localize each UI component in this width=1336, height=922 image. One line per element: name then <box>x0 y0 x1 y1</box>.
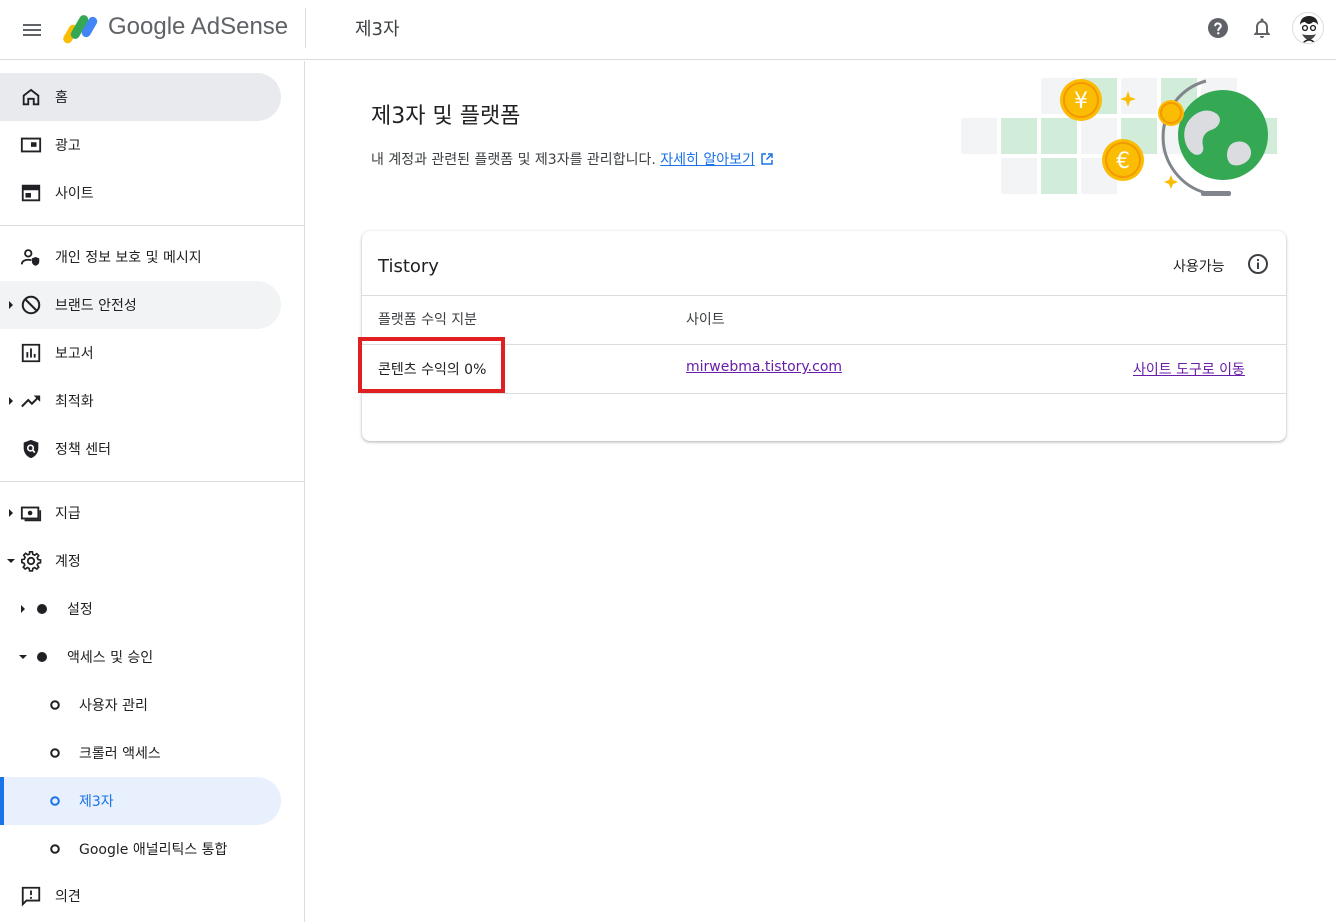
top-app-bar: Google AdSense 제3자 <box>0 0 1336 60</box>
card-title: Tistory <box>378 256 439 277</box>
sidebar-item-google-analytics[interactable]: Google 애널리틱스 통합 <box>0 825 281 873</box>
open-in-new-icon[interactable] <box>761 153 773 165</box>
section-heading: 제3자 및 플랫폼 <box>371 104 521 129</box>
bullet-dot-icon <box>37 652 47 662</box>
header-divider <box>305 8 306 48</box>
sidebar-item-label: 제3자 <box>79 794 114 810</box>
bullet-circle-icon <box>50 844 60 854</box>
reports-icon <box>21 343 41 363</box>
home-icon <box>22 88 40 106</box>
sidebar-item-settings[interactable]: 설정 <box>0 585 281 633</box>
sidebar-item-label: 지급 <box>55 506 81 522</box>
page-title: 제3자 <box>355 19 400 40</box>
sidebar-item-access-authorization[interactable]: 액세스 및 승인 <box>0 633 281 681</box>
sidebar-item-label: 정책 센터 <box>55 442 111 458</box>
sidebar-item-optimization[interactable]: 최적화 <box>0 377 281 425</box>
sidebar-item-payments[interactable]: 지급 <box>0 489 281 537</box>
sidebar-item-label: 최적화 <box>55 394 94 410</box>
sidebar-item-account[interactable]: 계정 <box>0 537 281 585</box>
sidebar-item-feedback[interactable]: 의견 <box>0 872 281 920</box>
selected-indicator <box>0 777 4 825</box>
person-shield-icon <box>20 249 40 266</box>
description-text: 내 계정과 관련된 플랫폼 및 제3자를 관리합니다. <box>371 152 656 168</box>
sidebar-item-crawler-access[interactable]: 크롤러 액세스 <box>0 729 281 777</box>
learn-more-link[interactable]: 자세히 알아보기 <box>660 152 755 168</box>
bullet-circle-icon <box>50 748 60 758</box>
sites-icon <box>21 184 41 202</box>
sidebar-item-label: 액세스 및 승인 <box>67 650 154 666</box>
column-header-revenue-share: 플랫폼 수익 지분 <box>378 312 478 328</box>
sidebar-item-label: 사용자 관리 <box>79 698 148 714</box>
column-header-site: 사이트 <box>686 312 725 328</box>
sidebar-item-brand-safety[interactable]: 브랜드 안전성 <box>0 281 281 329</box>
sidebar-item-label: 설정 <box>67 602 93 618</box>
adsense-logo-icon[interactable] <box>63 12 99 44</box>
sidebar-divider <box>0 225 305 226</box>
bullet-circle-icon <box>50 796 60 806</box>
payments-icon <box>20 506 42 522</box>
sidebar-item-label: 의견 <box>55 889 81 905</box>
card-divider <box>362 295 1286 296</box>
section-description: 내 계정과 관련된 플랫폼 및 제3자를 관리합니다. 자세히 알아보기 <box>371 149 773 169</box>
help-icon[interactable] <box>1206 16 1230 40</box>
avatar-image-icon <box>1293 13 1323 43</box>
logo-text[interactable]: Google AdSense <box>108 13 288 41</box>
highlight-box <box>358 337 505 393</box>
account-avatar[interactable] <box>1292 12 1324 44</box>
caret-right-icon <box>9 509 13 517</box>
ads-icon <box>20 137 42 153</box>
trending-up-icon <box>21 395 41 408</box>
sidebar-item-label: 브랜드 안전성 <box>55 298 137 314</box>
sidebar-item-label: 보고서 <box>55 346 94 362</box>
status-label: 사용가능 <box>1173 259 1225 275</box>
main-content: 제3자 및 플랫폼 내 계정과 관련된 플랫폼 및 제3자를 관리합니다. 자세… <box>306 61 1336 922</box>
sidebar-item-label: 크롤러 액세스 <box>79 746 161 762</box>
feedback-icon <box>21 886 41 907</box>
svg-text:€: € <box>1116 149 1130 174</box>
sidebar-nav: 홈 광고 사이트 개인 정보 보호 및 메시지 브랜드 안전성 보고서 최적화 … <box>0 61 305 922</box>
sidebar-item-label: 사이트 <box>55 186 94 202</box>
site-link[interactable]: mirwebma.tistory.com <box>686 359 842 375</box>
caret-right-icon <box>9 397 13 405</box>
menu-icon[interactable] <box>20 18 44 42</box>
sidebar-item-reports[interactable]: 보고서 <box>0 329 281 377</box>
info-icon[interactable] <box>1246 252 1270 276</box>
caret-right-icon <box>21 605 25 613</box>
sidebar-item-third-parties[interactable]: 제3자 <box>0 777 281 825</box>
sidebar-item-privacy-messaging[interactable]: 개인 정보 보호 및 메시지 <box>0 233 281 281</box>
policy-shield-icon <box>23 439 39 459</box>
sidebar-item-policy-center[interactable]: 정책 센터 <box>0 425 281 473</box>
bullet-circle-icon <box>50 700 60 710</box>
globe-coins-illustration: ¥ € <box>961 78 1277 196</box>
sidebar-item-label: Google 애널리틱스 통합 <box>79 842 228 858</box>
caret-down-icon <box>19 655 27 659</box>
sidebar-item-user-management[interactable]: 사용자 관리 <box>0 681 281 729</box>
sidebar-item-sites[interactable]: 사이트 <box>0 169 281 217</box>
table-divider <box>362 393 1286 394</box>
caret-down-icon <box>7 559 15 563</box>
notifications-icon[interactable] <box>1250 16 1274 40</box>
sidebar-divider <box>0 481 305 482</box>
bullet-dot-icon <box>37 604 47 614</box>
go-to-site-tools-link[interactable]: 사이트 도구로 이동 <box>1133 362 1245 378</box>
third-party-card: Tistory 사용가능 플랫폼 수익 지분 사이트 콘텐츠 수익의 0% mi… <box>362 231 1286 441</box>
svg-text:¥: ¥ <box>1074 89 1088 114</box>
settings-gear-icon <box>21 551 42 572</box>
sidebar-item-ads[interactable]: 광고 <box>0 121 281 169</box>
sidebar-item-label: 계정 <box>55 554 81 570</box>
sidebar-item-label: 광고 <box>55 138 81 154</box>
sidebar-item-label: 홈 <box>55 90 68 106</box>
sidebar-item-label: 개인 정보 보호 및 메시지 <box>55 250 202 266</box>
sidebar-item-home[interactable]: 홈 <box>0 73 281 121</box>
block-icon <box>21 295 41 315</box>
caret-right-icon <box>9 301 13 309</box>
